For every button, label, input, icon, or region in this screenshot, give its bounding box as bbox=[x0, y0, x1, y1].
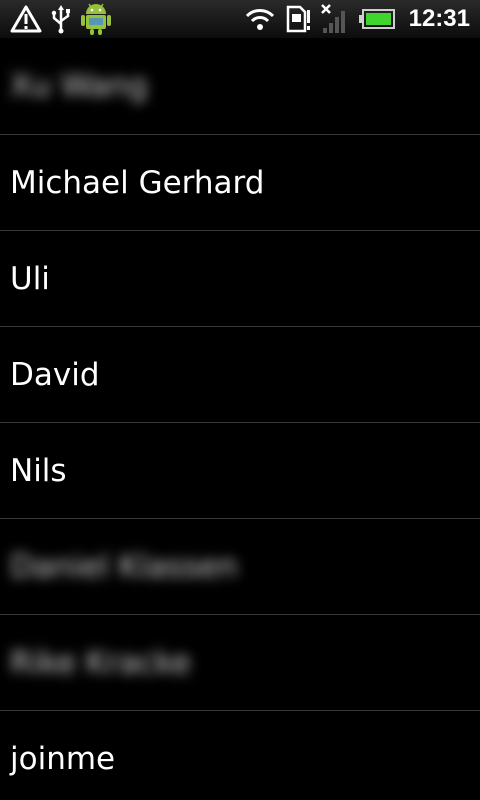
contact-name: Rike Kracke bbox=[10, 644, 191, 681]
status-bar-notifications bbox=[10, 0, 112, 38]
list-item[interactable]: joinme bbox=[0, 711, 480, 800]
status-bar-time: 12:31 bbox=[408, 5, 470, 32]
android-debug-icon bbox=[81, 3, 111, 35]
status-bar: 12:31 bbox=[0, 0, 480, 38]
contact-list[interactable]: Xu Wang Michael Gerhard Uli David Nils D… bbox=[0, 38, 480, 800]
list-item[interactable]: Rike Kracke bbox=[0, 615, 480, 711]
contact-name: Nils bbox=[10, 452, 67, 489]
contact-name: Daniel Klassen bbox=[10, 548, 238, 585]
usb-icon bbox=[51, 5, 70, 34]
status-bar-system: 12:31 bbox=[245, 0, 470, 38]
contact-name: Michael Gerhard bbox=[10, 164, 265, 201]
wifi-icon bbox=[245, 9, 274, 30]
list-item[interactable]: Nils bbox=[0, 423, 480, 519]
contact-name: Uli bbox=[10, 260, 50, 297]
list-item[interactable]: David bbox=[0, 327, 480, 423]
sim-card-icon bbox=[286, 5, 310, 33]
list-item[interactable]: Xu Wang bbox=[0, 38, 480, 135]
contact-name: joinme bbox=[10, 741, 116, 777]
contact-name: David bbox=[10, 356, 100, 393]
battery-icon bbox=[358, 9, 395, 29]
list-item[interactable]: Uli bbox=[0, 231, 480, 327]
contact-name: Xu Wang bbox=[10, 68, 148, 104]
list-item[interactable]: Michael Gerhard bbox=[0, 135, 480, 231]
warning-icon bbox=[10, 5, 42, 33]
no-signal-icon bbox=[320, 4, 345, 33]
list-item[interactable]: Daniel Klassen bbox=[0, 519, 480, 615]
